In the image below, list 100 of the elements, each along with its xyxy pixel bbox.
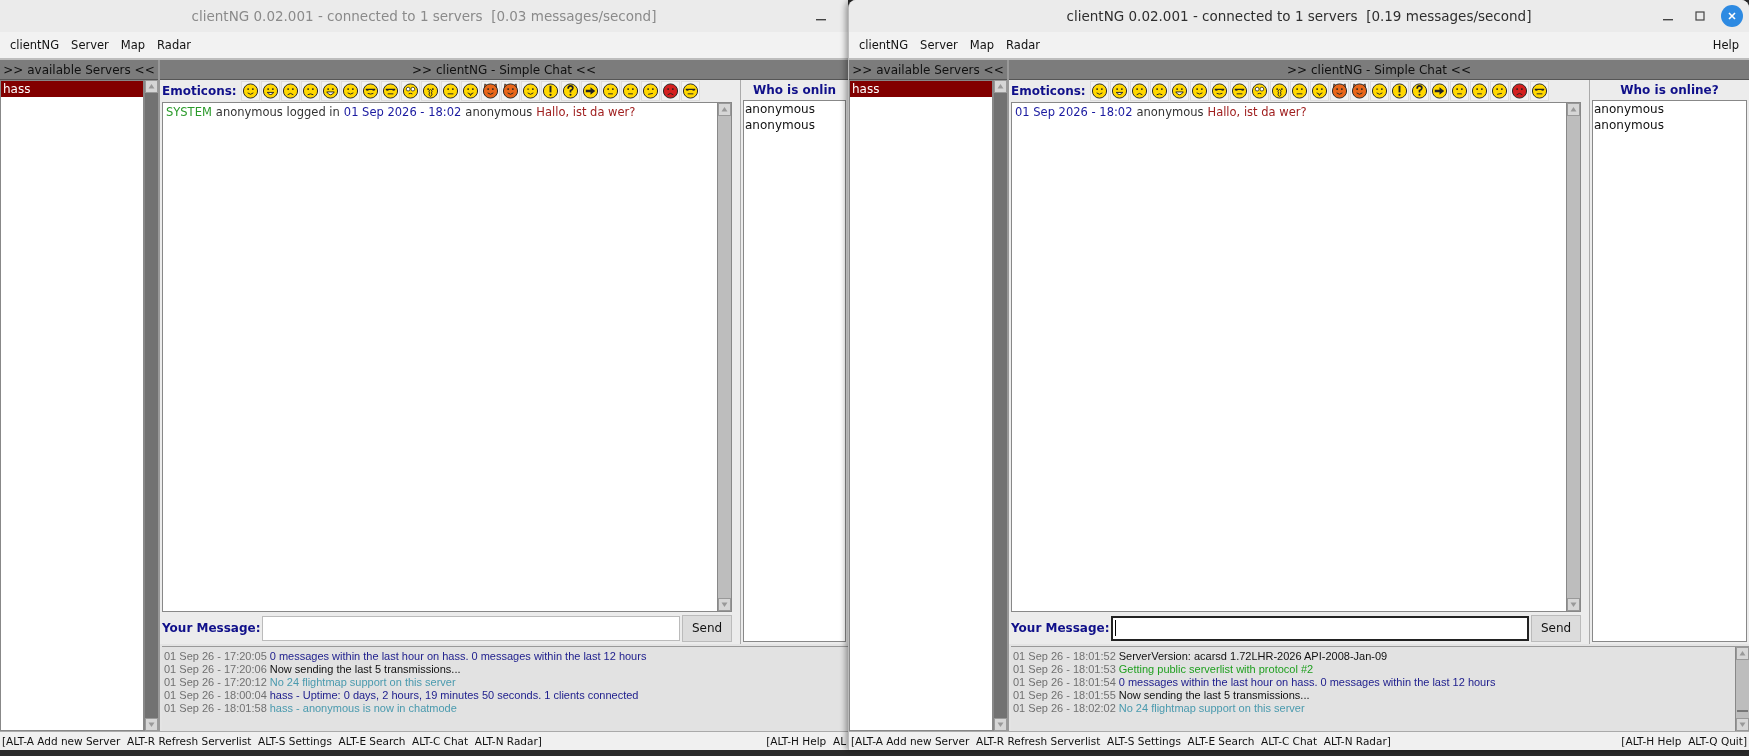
- emoticon-button[interactable]: [380, 81, 400, 101]
- emoticon-button[interactable]: [500, 81, 520, 101]
- emoticon-button[interactable]: [1109, 81, 1129, 101]
- user-item[interactable]: anonymous: [1593, 101, 1746, 117]
- log-time: 01 Sep 26 - 18:00:04: [164, 689, 267, 702]
- emoticon-button[interactable]: [1469, 81, 1489, 101]
- menu-item[interactable]: Radar: [151, 36, 197, 54]
- minimize-icon: [1663, 19, 1673, 21]
- chat-text: Hallo, ist da wer?: [536, 105, 636, 119]
- smiley-icon: [1370, 82, 1388, 100]
- emoticon-button[interactable]: [1249, 81, 1269, 101]
- smiley-icon: [1130, 82, 1148, 100]
- smiley-icon: [421, 82, 439, 100]
- emoticon-button[interactable]: [1489, 81, 1509, 101]
- smiley-icon: [1290, 82, 1308, 100]
- emoticon-button[interactable]: [320, 81, 340, 101]
- emoticon-button[interactable]: [460, 81, 480, 101]
- menu-item[interactable]: Map: [114, 36, 152, 54]
- scrollbar[interactable]: [1735, 647, 1749, 731]
- scroll-thumb[interactable]: [1737, 710, 1748, 712]
- emoticon-button[interactable]: [260, 81, 280, 101]
- emoticon-button[interactable]: [1429, 81, 1449, 101]
- emoticon-button[interactable]: [1149, 81, 1169, 101]
- emoticon-button[interactable]: [1329, 81, 1349, 101]
- close-button[interactable]: [1721, 5, 1743, 27]
- host-entry[interactable]: hass: [1, 81, 143, 97]
- send-button[interactable]: Send: [1531, 614, 1581, 642]
- emoticon-button[interactable]: [540, 81, 560, 101]
- emoticon-button[interactable]: [1509, 81, 1529, 101]
- devil-icon: [481, 82, 499, 100]
- close-icon: [1726, 10, 1738, 22]
- menu-item[interactable]: Server: [914, 36, 964, 54]
- emoticon-button[interactable]: [600, 81, 620, 101]
- panel-header: >> clientNG - Simple Chat <<: [1009, 60, 1749, 80]
- emoticon-button[interactable]: [1349, 81, 1369, 101]
- message-field[interactable]: [1111, 615, 1529, 641]
- emoticon-button[interactable]: [440, 81, 460, 101]
- user-item[interactable]: anonymous: [744, 101, 845, 117]
- emoticon-button[interactable]: [360, 81, 380, 101]
- menu-item[interactable]: Help: [1706, 36, 1745, 54]
- log-message: Getting public serverlist with protocol #2: [1118, 663, 1314, 676]
- emoticon-button[interactable]: [400, 81, 420, 101]
- emoticon-button[interactable]: [1309, 81, 1329, 101]
- emoticon-button[interactable]: [560, 81, 580, 101]
- emoticon-button[interactable]: [1369, 81, 1389, 101]
- chat-text: Hallo, ist da wer?: [1207, 105, 1307, 119]
- exclamation-icon: [1390, 82, 1408, 100]
- smiley-icon: [441, 82, 459, 100]
- emoticon-button[interactable]: [1269, 81, 1289, 101]
- emoticon-button[interactable]: [420, 81, 440, 101]
- log-time: 01 Sep 26 - 18:01:54: [1013, 676, 1116, 689]
- smiley-icon: [401, 82, 419, 100]
- emoticon-button[interactable]: [580, 81, 600, 101]
- angry-face-icon: [661, 82, 679, 100]
- emoticon-button[interactable]: [620, 81, 640, 101]
- menu-item[interactable]: Map: [963, 36, 1001, 54]
- log-message: No 24 flightmap support on this server: [269, 676, 456, 689]
- emoticon-button[interactable]: [1229, 81, 1249, 101]
- menu-item[interactable]: Radar: [1000, 36, 1046, 54]
- log-message: hass - Uptime: 0 days, 2 hours, 19 minutes 50 seconds. 1 clients connected: [269, 689, 639, 702]
- emoticon-button[interactable]: [480, 81, 500, 101]
- emoticon-button[interactable]: [280, 81, 300, 101]
- emoticon-button[interactable]: [240, 81, 260, 101]
- menu-item[interactable]: clientNG: [853, 36, 915, 54]
- emoticon-button[interactable]: [660, 81, 680, 101]
- window-title: clientNG 0.02.001 - connected to 1 servers [0.03 messages/second]: [191, 8, 657, 24]
- panel-header: >> clientNG - Simple Chat <<: [160, 60, 848, 80]
- log-time: 01 Sep 26 - 18:01:55: [1013, 689, 1116, 702]
- emoticon-button[interactable]: [520, 81, 540, 101]
- chat-text: anonymous logged in: [215, 105, 340, 119]
- menu-item[interactable]: Server: [65, 36, 115, 54]
- devil-icon: [501, 82, 519, 100]
- emoticon-button[interactable]: [1409, 81, 1429, 101]
- emoticon-button[interactable]: [1089, 81, 1109, 101]
- emoticon-button[interactable]: [640, 81, 660, 101]
- emoticon-button[interactable]: [340, 81, 360, 101]
- emoticon-button[interactable]: [1529, 81, 1549, 101]
- emoticon-button[interactable]: [1209, 81, 1229, 101]
- emoticon-button[interactable]: [1129, 81, 1149, 101]
- emoticon-button[interactable]: [1189, 81, 1209, 101]
- emoticon-button[interactable]: [1289, 81, 1309, 101]
- send-button[interactable]: Send: [682, 614, 732, 642]
- sunglasses-face-icon: [1230, 82, 1248, 100]
- emoticon-button[interactable]: [680, 81, 700, 101]
- emoticon-button[interactable]: [1389, 81, 1409, 101]
- host-entry[interactable]: hass: [850, 81, 992, 97]
- emoticon-button[interactable]: [1169, 81, 1189, 101]
- emoticon-button[interactable]: [1449, 81, 1469, 101]
- maximize-icon: [1694, 10, 1706, 22]
- chat-text: SYSTEM: [166, 105, 212, 119]
- chat-text: 01 Sep 2026 - 18:02: [1015, 105, 1133, 119]
- message-field[interactable]: [262, 615, 680, 641]
- emoticon-button[interactable]: [300, 81, 320, 101]
- menu-item[interactable]: clientNG: [4, 36, 66, 54]
- window-title: clientNG 0.02.001 - connected to 1 servers [0.19 messages/second]: [1066, 8, 1532, 24]
- devil-icon: [1350, 82, 1368, 100]
- panel-header: >> available Servers <<: [0, 60, 158, 80]
- user-item[interactable]: anonymous: [744, 117, 845, 133]
- user-item[interactable]: anonymous: [1593, 117, 1746, 133]
- panel-header: >> available Servers <<: [849, 60, 1007, 80]
